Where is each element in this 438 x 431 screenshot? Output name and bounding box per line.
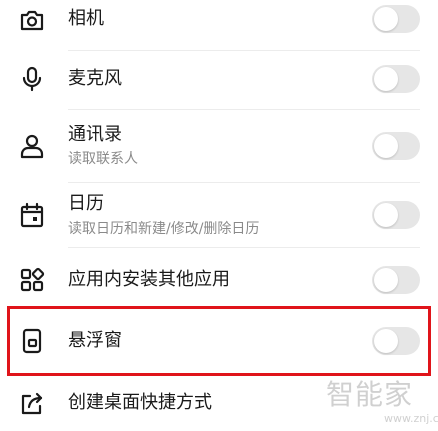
permission-row-camera[interactable]: 相机 [0,0,438,50]
toggle-knob [374,67,398,91]
camera-label: 相机 [68,8,104,29]
microphone-label: 麦克风 [68,68,122,89]
calendar-label: 日历 [68,193,104,214]
calendar-icon [18,201,46,229]
contacts-label: 通讯录 [68,124,122,145]
watermark: 智能家 www.znj.com [318,378,438,431]
permission-row-calendar[interactable]: 日历 读取日历和新建/修改/删除日历 [0,183,438,247]
toggle-knob [374,268,398,292]
watermark-url: www.znj.com [384,412,438,425]
highlight-box [7,306,431,376]
toggle-knob [374,203,398,227]
calendar-toggle[interactable] [372,201,420,229]
watermark-text: 智能家 [326,378,414,411]
desktop-shortcut-label: 创建桌面快捷方式 [68,392,212,413]
microphone-toggle[interactable] [372,65,420,93]
person-icon [18,132,46,160]
toggle-knob [374,134,398,158]
calendar-description: 读取日历和新建/修改/删除日历 [68,221,260,237]
contacts-description: 读取联系人 [68,151,138,167]
permission-row-microphone[interactable]: 麦克风 [0,51,438,109]
permission-row-contacts[interactable]: 通讯录 读取联系人 [0,110,438,182]
toggle-knob [374,7,398,31]
camera-toggle[interactable] [372,5,420,33]
contacts-toggle[interactable] [372,132,420,160]
permission-row-install-apps[interactable]: 应用内安装其他应用 [0,248,438,306]
install-apps-label: 应用内安装其他应用 [68,269,230,290]
install-apps-toggle[interactable] [372,266,420,294]
apps-grid-icon [18,266,46,294]
camera-icon [18,6,46,34]
share-shortcut-icon [18,389,46,417]
microphone-icon [18,65,46,93]
